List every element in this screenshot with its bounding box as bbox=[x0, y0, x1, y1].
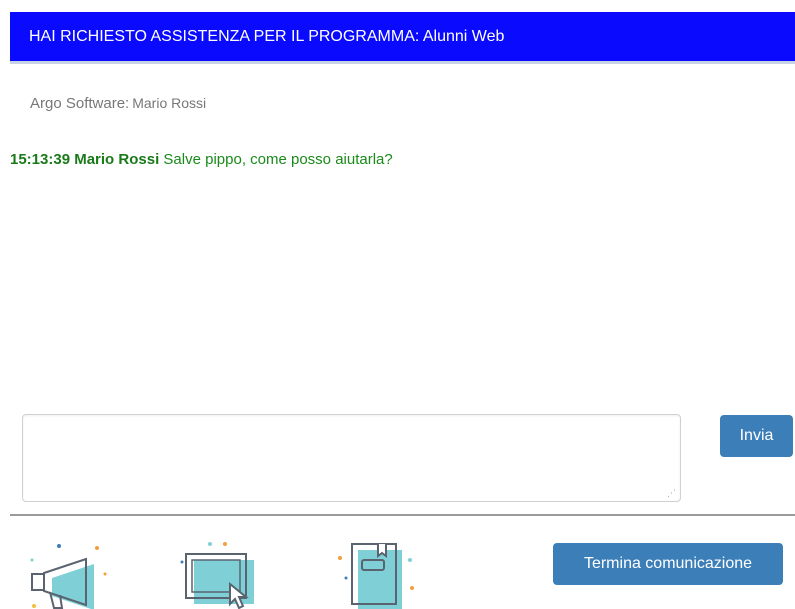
message-author: Mario Rossi bbox=[74, 151, 160, 168]
send-button-label: Invia bbox=[739, 427, 774, 444]
message-text: Salve pippo, come posso aiutarla? bbox=[163, 151, 393, 168]
megaphone-icon[interactable] bbox=[22, 538, 112, 609]
laptop-cursor-icon[interactable] bbox=[178, 538, 268, 609]
footer: Termina comunicazione bbox=[0, 516, 795, 609]
header-bar: HAI RICHIESTO ASSISTENZA PER IL PROGRAMM… bbox=[10, 12, 795, 64]
message-time: 15:13:39 bbox=[10, 151, 71, 168]
chat-log: 15:13:39 Mario Rossi Salve pippo, come p… bbox=[10, 150, 790, 395]
message-input[interactable]: ⋰ bbox=[22, 414, 681, 502]
notebook-icon[interactable] bbox=[330, 538, 420, 609]
page-title: HAI RICHIESTO ASSISTENZA PER IL PROGRAMM… bbox=[29, 27, 505, 45]
assistance-chat-window: HAI RICHIESTO ASSISTENZA PER IL PROGRAMM… bbox=[0, 0, 795, 609]
send-button[interactable]: Invia bbox=[720, 415, 793, 457]
operator-label: Argo Software: bbox=[30, 95, 130, 112]
resize-grip-icon[interactable]: ⋰ bbox=[667, 489, 676, 498]
end-conversation-button[interactable]: Termina comunicazione bbox=[553, 543, 783, 585]
end-conversation-label: Termina comunicazione bbox=[583, 555, 753, 572]
chat-message: 15:13:39 Mario Rossi Salve pippo, come p… bbox=[10, 150, 790, 170]
operator-name: Mario Rossi bbox=[132, 95, 207, 111]
operator-line: Argo Software: Mario Rossi bbox=[30, 95, 206, 112]
